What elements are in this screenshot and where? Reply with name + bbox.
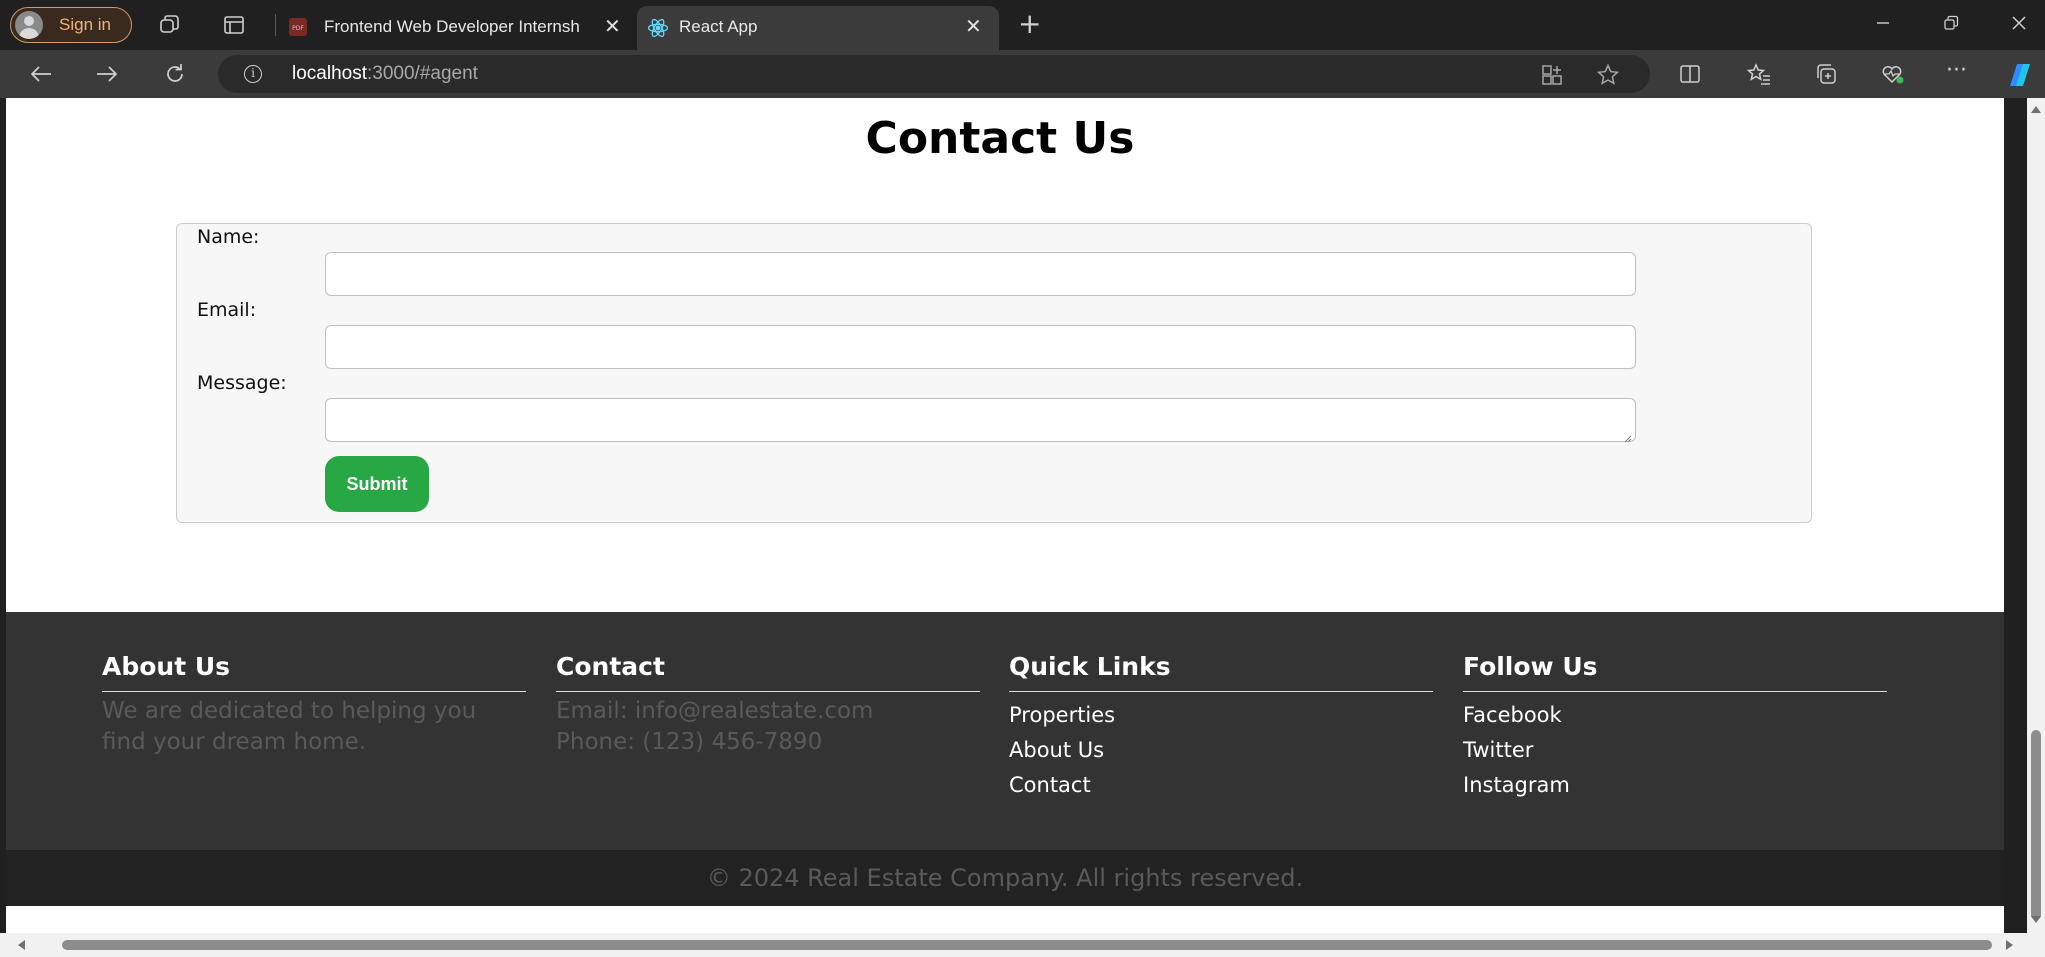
copyright-bar: © 2024 Real Estate Company. All rights r…: [6, 850, 2004, 906]
browser-essentials-icon[interactable]: [1880, 62, 1906, 89]
profile-avatar-icon: [15, 11, 43, 39]
tab-separator: [275, 14, 276, 36]
footer-quick-links-column: Quick Links Properties About Us Contact: [1009, 652, 1433, 803]
refresh-icon[interactable]: [162, 61, 188, 90]
back-icon[interactable]: [28, 62, 54, 89]
close-tab-icon[interactable]: ✕: [965, 14, 982, 39]
scroll-up-arrow-icon[interactable]: [2031, 106, 2041, 113]
copilot-icon[interactable]: [2004, 60, 2036, 93]
horizontal-scrollbar[interactable]: [0, 933, 2045, 957]
collections-icon[interactable]: [1814, 62, 1838, 89]
name-label: Name:: [197, 226, 260, 248]
tab-title: Frontend Web Developer Internsh: [324, 17, 580, 36]
email-label: Email:: [197, 299, 257, 321]
footer-link-about-us[interactable]: About Us: [1009, 733, 1433, 768]
split-screen-icon[interactable]: [1678, 62, 1702, 89]
site-info-icon[interactable]: i: [244, 65, 262, 83]
minimize-icon[interactable]: [1872, 12, 1894, 37]
footer-about-column: About Us We are dedicated to helping you…: [102, 652, 526, 758]
react-icon: [647, 17, 669, 38]
footer-heading: Contact: [556, 652, 980, 692]
workspaces-icon[interactable]: [158, 13, 182, 40]
footer-link-facebook[interactable]: Facebook: [1463, 698, 1887, 733]
footer-heading: Follow Us: [1463, 652, 1887, 692]
scroll-down-arrow-icon[interactable]: [2031, 916, 2041, 923]
footer-contact-column: Contact Email: info@realestate.com Phone…: [556, 652, 980, 758]
restore-icon[interactable]: [1940, 12, 1962, 37]
horizontal-scroll-thumb[interactable]: [62, 940, 1992, 950]
tab-frontend-internship[interactable]: PDF Frontend Web Developer Internsh ✕: [282, 6, 637, 50]
footer-link-twitter[interactable]: Twitter: [1463, 733, 1887, 768]
profile-sign-in-button[interactable]: Sign in: [10, 7, 132, 43]
footer-link-instagram[interactable]: Instagram: [1463, 768, 1887, 803]
footer-heading: Quick Links: [1009, 652, 1433, 692]
app-available-icon[interactable]: [1540, 63, 1564, 90]
pdf-icon: PDF: [288, 17, 308, 37]
message-textarea[interactable]: [325, 398, 1636, 443]
page-viewport: Contact Us Name: Email: Message: Submit …: [6, 98, 2004, 933]
footer-link-contact[interactable]: Contact: [1009, 768, 1433, 803]
name-input[interactable]: [325, 252, 1636, 296]
footer-email: Email: info@realestate.com: [556, 698, 874, 724]
forward-icon[interactable]: [94, 62, 120, 89]
footer-link-properties[interactable]: Properties: [1009, 698, 1433, 733]
contact-form: Name: Email: Message: Submit: [176, 223, 1812, 523]
message-label: Message:: [197, 372, 287, 394]
close-window-icon[interactable]: [2008, 12, 2030, 37]
address-toolbar: i localhost:3000/#agent ···: [0, 50, 2045, 98]
footer-follow-column: Follow Us Facebook Twitter Instagram: [1463, 652, 1887, 803]
email-input[interactable]: [325, 325, 1636, 369]
vertical-scroll-thumb[interactable]: [2031, 730, 2041, 920]
tab-react-app[interactable]: React App ✕: [637, 6, 999, 50]
new-tab-icon[interactable]: +: [1018, 10, 1041, 38]
more-menu-icon[interactable]: ···: [1946, 60, 1967, 82]
resize-handle-icon[interactable]: [1622, 428, 1632, 443]
svg-text:PDF: PDF: [292, 25, 304, 32]
address-bar[interactable]: i localhost:3000/#agent: [218, 55, 1650, 93]
tab-title: React App: [679, 17, 758, 36]
favorite-star-icon[interactable]: [1596, 63, 1620, 90]
vertical-tabs-icon[interactable]: [222, 13, 246, 40]
vertical-scrollbar[interactable]: [2027, 98, 2045, 933]
scroll-left-arrow-icon[interactable]: [18, 940, 25, 950]
site-footer: About Us We are dedicated to helping you…: [6, 612, 2004, 850]
page-title: Contact Us: [865, 113, 1135, 164]
favorites-icon[interactable]: [1746, 62, 1772, 89]
close-tab-icon[interactable]: ✕: [604, 14, 621, 39]
scroll-right-arrow-icon[interactable]: [2006, 940, 2013, 950]
footer-phone: Phone: (123) 456-7890: [556, 729, 823, 755]
footer-heading: About Us: [102, 652, 526, 692]
url-text: localhost:3000/#agent: [292, 63, 478, 84]
tab-strip: Sign in PDF Frontend Web Developer Inter…: [0, 0, 2045, 50]
footer-about-text: We are dedicated to helping you find you…: [102, 698, 477, 755]
submit-button[interactable]: Submit: [325, 456, 429, 512]
sign-in-label: Sign in: [59, 15, 111, 34]
